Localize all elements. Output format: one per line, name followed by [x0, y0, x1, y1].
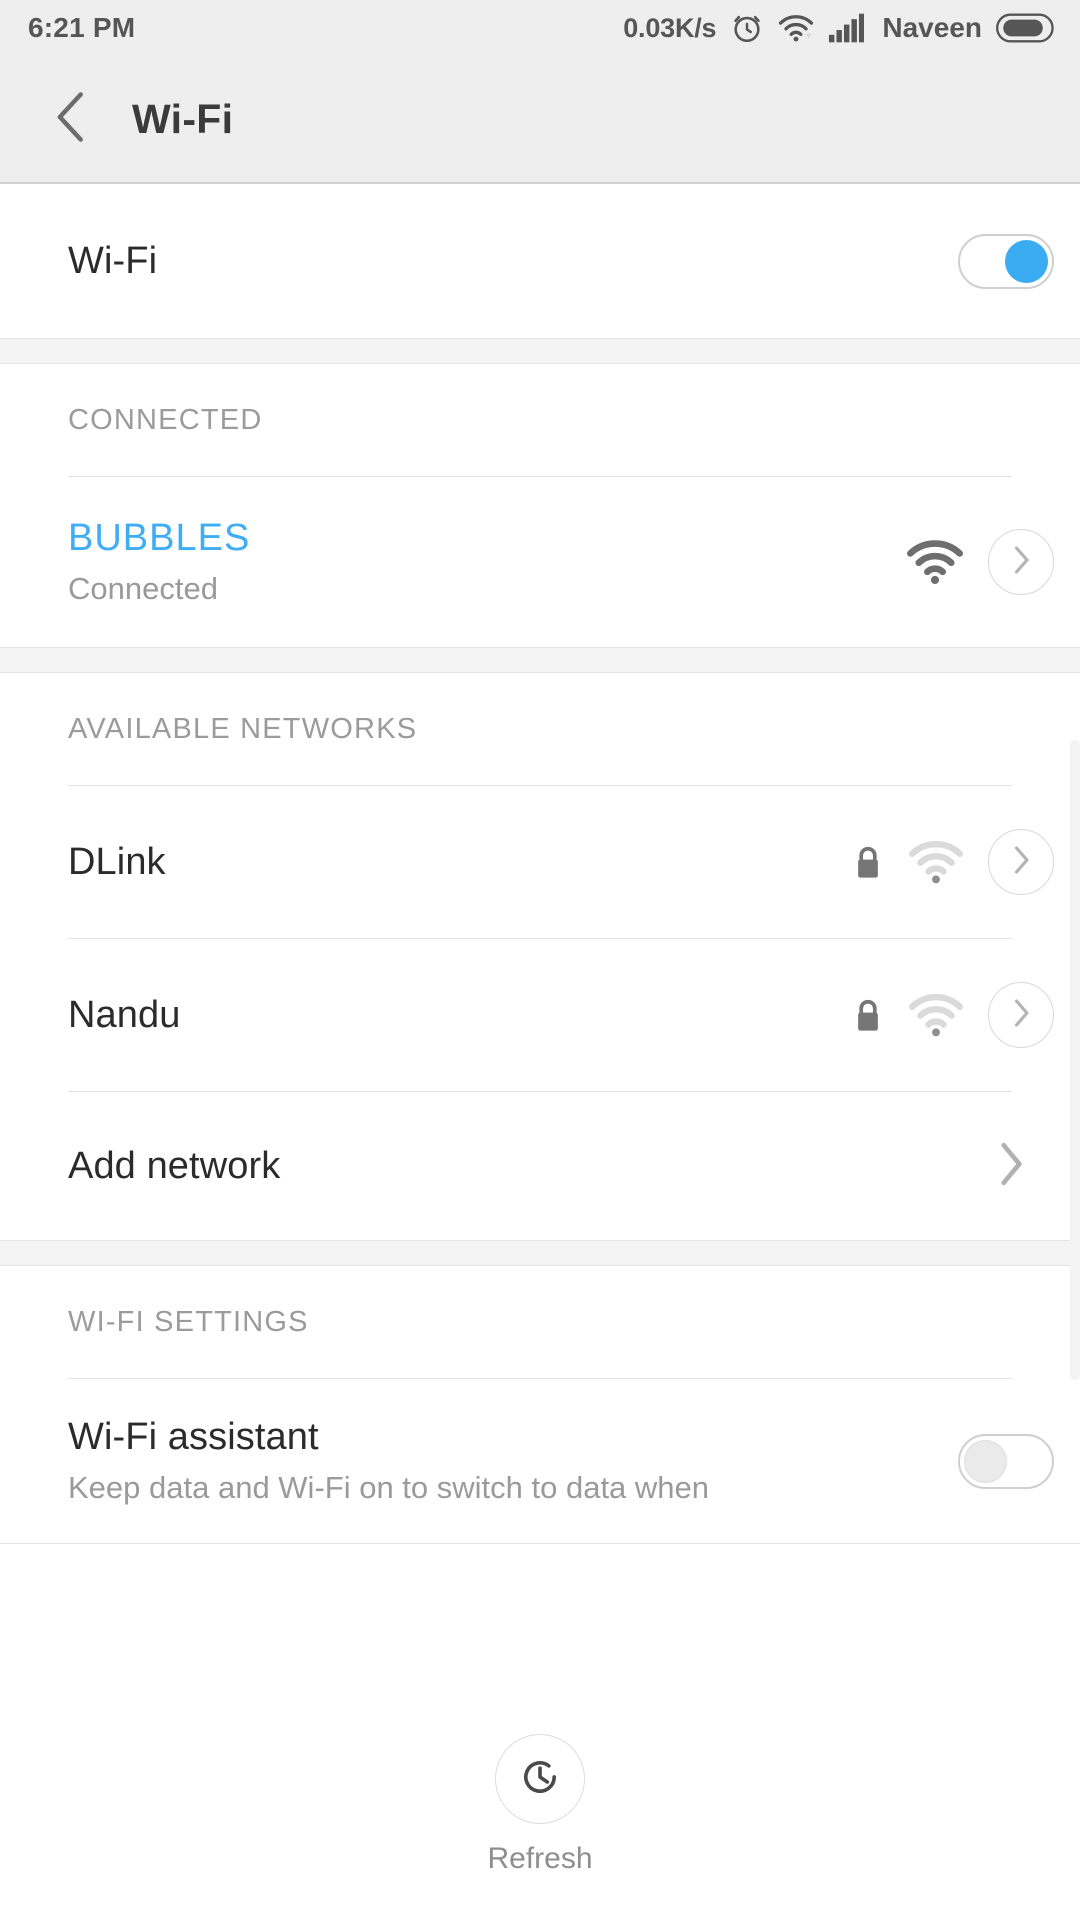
section-separator-3 [0, 1240, 1080, 1266]
nandu-details-button[interactable] [988, 982, 1054, 1048]
dlink-text: DLink [68, 841, 854, 884]
cellular-signal-icon [828, 13, 865, 43]
status-bar-indicators: 0.03K/s Naveen [623, 11, 1054, 45]
add-network-label: Add network [68, 1144, 281, 1187]
wifi-assistant-text: Wi-Fi assistant Keep data and Wi-Fi on t… [68, 1416, 958, 1506]
add-network-text: Add network [68, 1145, 996, 1188]
alarm-clock-icon [730, 11, 764, 45]
page-title: Wi-Fi [132, 95, 234, 142]
connected-network-icons [906, 529, 1054, 595]
status-bar-clock: 6:21 PM [28, 12, 136, 43]
chevron-right-icon [1011, 998, 1031, 1033]
chevron-right-icon [1011, 545, 1031, 580]
title-bar: Wi-Fi [0, 56, 1080, 184]
refresh-button-circle[interactable] [495, 1734, 585, 1824]
available-section-header: AVAILABLE NETWORKS [68, 712, 418, 745]
section-separator-1 [0, 338, 1080, 364]
refresh-icon [517, 1754, 563, 1805]
wifi-master-toggle-label: Wi-Fi [68, 239, 158, 282]
network-row-connected[interactable]: BUBBLES Connected [0, 477, 1080, 647]
connected-section-header: CONNECTED [68, 403, 263, 436]
wifi-assistant-switch-knob [964, 1439, 1007, 1483]
settings-section-header: WI-FI SETTINGS [68, 1305, 309, 1338]
wifi-assistant-title: Wi-Fi assistant [68, 1416, 319, 1458]
wifi-settings-screen: 6:21 PM 0.03K/s Naveen Wi-Fi Wi-Fi CONNE… [0, 0, 1080, 1920]
wifi-master-toggle-row[interactable]: Wi-Fi [0, 184, 1080, 338]
status-bar: 6:21 PM 0.03K/s Naveen [0, 0, 1080, 56]
dlink-ssid: DLink [68, 840, 166, 883]
network-row-nandu[interactable]: Nandu [0, 939, 1080, 1091]
connected-network-status: Connected [68, 571, 218, 606]
divider-assistant-bottom [0, 1543, 1080, 1544]
carrier-name-label: Naveen [882, 12, 982, 43]
add-network-row[interactable]: Add network [0, 1092, 1080, 1240]
dlink-icons [854, 829, 1054, 895]
section-separator-2 [0, 647, 1080, 673]
vertical-scrollbar[interactable] [1070, 740, 1080, 1380]
battery-icon [996, 13, 1054, 43]
wifi-signal-weak-icon [908, 992, 964, 1038]
wifi-master-switch[interactable] [958, 233, 1054, 289]
dlink-details-button[interactable] [988, 829, 1054, 895]
lock-icon [854, 998, 882, 1032]
wifi-master-toggle-text: Wi-Fi [68, 240, 958, 283]
wifi-master-switch-knob [1005, 239, 1048, 283]
connected-network-ssid: BUBBLES [68, 517, 251, 559]
back-chevron-icon [51, 91, 93, 148]
refresh-button[interactable]: Refresh [0, 1734, 1080, 1876]
wifi-signal-strong-icon [906, 538, 964, 586]
chevron-right-icon [996, 1141, 1026, 1192]
refresh-button-label: Refresh [487, 1842, 593, 1875]
nandu-text: Nandu [68, 994, 854, 1037]
network-row-dlink[interactable]: DLink [0, 786, 1080, 938]
connected-network-details-button[interactable] [988, 529, 1054, 595]
network-speed-label: 0.03K/s [623, 12, 717, 43]
wifi-signal-weak-icon [908, 839, 964, 885]
nandu-icons [854, 982, 1054, 1048]
connected-network-text: BUBBLES Connected [68, 517, 906, 607]
wifi-assistant-switch[interactable] [958, 1433, 1054, 1489]
chevron-right-icon [1011, 845, 1031, 880]
lock-icon [854, 845, 882, 879]
nandu-ssid: Nandu [68, 993, 181, 1036]
wifi-assistant-subtitle: Keep data and Wi-Fi on to switch to data… [68, 1470, 710, 1505]
back-button[interactable] [40, 87, 104, 151]
wifi-assistant-row[interactable]: Wi-Fi assistant Keep data and Wi-Fi on t… [0, 1379, 1080, 1543]
wifi-icon [778, 13, 814, 43]
